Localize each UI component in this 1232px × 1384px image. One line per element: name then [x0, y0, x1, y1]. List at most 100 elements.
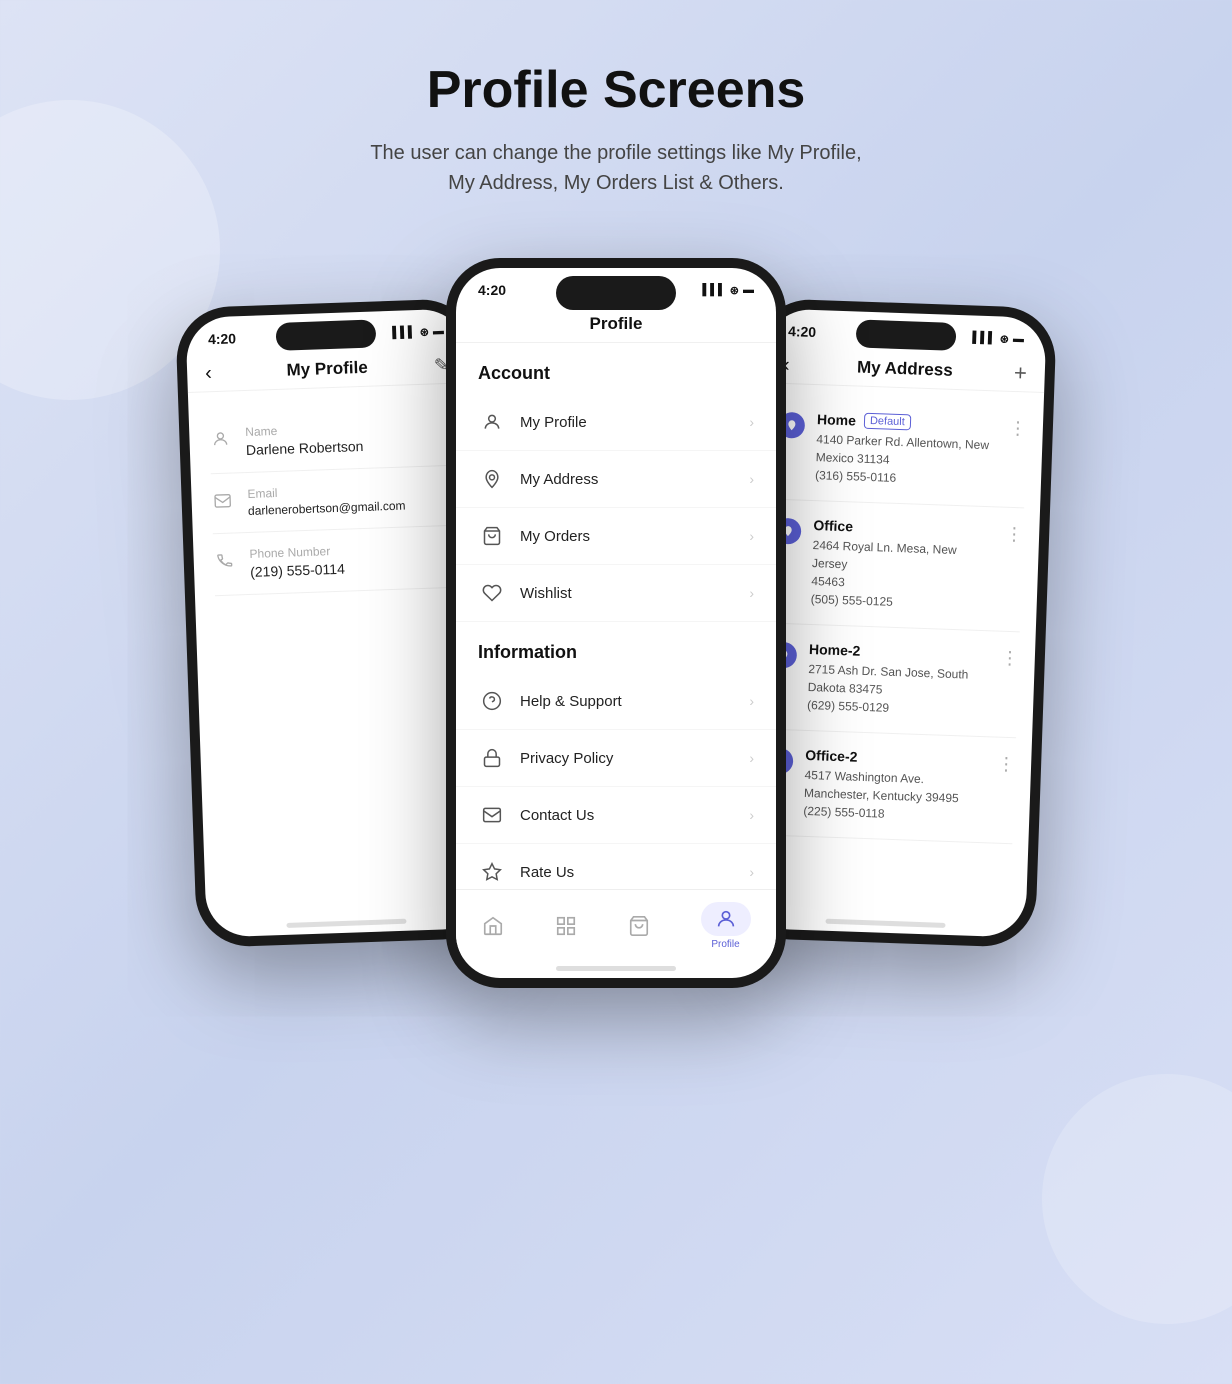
address-item-office2: Office-2 4517 Washington Ave. Manchester… [765, 730, 1017, 845]
left-phone-screen: 4:20 ▌▌▌ ⊛ ▬ ‹ My Profile ✎ [185, 308, 486, 937]
tab-home[interactable] [474, 913, 512, 940]
right-phone-screen: 4:20 ▌▌▌ ⊛ ▬ ‹ My Address + [745, 308, 1046, 937]
star-icon-menu [478, 858, 506, 886]
chevron-privacy: › [749, 750, 754, 766]
name-value: Darlene Robertson [246, 435, 450, 458]
addr-title-row-office2: Office-2 [805, 747, 985, 769]
chevron-myprofile: › [749, 414, 754, 430]
info-section-header: Information [456, 622, 776, 673]
email-field: Email darlenerobertson@gmail.com [211, 466, 453, 534]
menu-label-myprofile: My Profile [520, 414, 735, 431]
wifi-icon-c: ⊛ [730, 284, 739, 297]
addr-title-office2: Office-2 [805, 747, 858, 765]
phone-field: Phone Number (219) 555-0114 [213, 526, 455, 596]
addr-info-office: Office 2464 Royal Ln. Mesa, New Jersey 4… [810, 517, 993, 614]
addr-menu-home2[interactable]: ⋮ [1000, 648, 1019, 670]
help-icon-menu [478, 687, 506, 715]
name-field: Name Darlene Robertson [209, 404, 451, 474]
menu-item-myorders[interactable]: My Orders › [456, 508, 776, 565]
addr-info-home2: Home-2 2715 Ash Dr. San Jose, South Dako… [807, 641, 989, 720]
page-subtitle: The user can change the profile settings… [356, 138, 876, 198]
status-time-center: 4:20 [478, 282, 506, 298]
home-tab-icon [482, 915, 504, 938]
phone-value: (219) 555-0114 [250, 557, 454, 580]
home-bar-left [286, 918, 406, 927]
addr-info-office2: Office-2 4517 Washington Ave. Manchester… [803, 747, 985, 826]
right-screen-content: Home Default 4140 Parker Rd. Allentown, … [746, 383, 1044, 917]
menu-label-myaddress: My Address [520, 471, 735, 488]
battery-icon-r: ▬ [1013, 333, 1024, 345]
addr-title-row-office: Office [813, 517, 993, 539]
home-bar-right [825, 918, 945, 927]
addr-menu-office2[interactable]: ⋮ [997, 754, 1016, 776]
menu-item-helpsupport[interactable]: Help & Support › [456, 673, 776, 730]
center-screen-content: Account My Profile › [456, 343, 776, 889]
status-time-left: 4:20 [208, 330, 237, 347]
grid-tab-icon [555, 915, 577, 938]
menu-item-contactus[interactable]: Contact Us › [456, 787, 776, 844]
addr-text-office2: 4517 Washington Ave. Manchester, Kentuck… [803, 766, 985, 826]
center-phone: 4:20 ▌▌▌ ⊛ ▬ Profile Account [446, 258, 786, 988]
address-item-home: Home Default 4140 Parker Rd. Allentown, … [776, 394, 1028, 509]
menu-item-myaddress[interactable]: My Address › [456, 451, 776, 508]
profile-tab-bg [701, 902, 751, 936]
tab-grid[interactable] [547, 913, 585, 940]
menu-item-myprofile[interactable]: My Profile › [456, 394, 776, 451]
status-icons-left: ▌▌▌ ⊛ ▬ [392, 325, 444, 340]
chevron-myorders: › [749, 528, 754, 544]
home-bar-center [556, 966, 676, 971]
bag-icon-menu [478, 522, 506, 550]
addr-title-home: Home [817, 411, 856, 428]
address-item-office: Office 2464 Royal Ln. Mesa, New Jersey 4… [772, 500, 1024, 633]
chevron-wishlist: › [749, 585, 754, 601]
chevron-rateus: › [749, 864, 754, 880]
addr-title-row-home2: Home-2 [809, 641, 989, 663]
addr-menu-office[interactable]: ⋮ [1005, 524, 1024, 546]
email-value: darlenerobertson@gmail.com [248, 497, 452, 518]
menu-label-rateus: Rate Us [520, 864, 735, 881]
nav-title-center: Profile [590, 314, 643, 334]
signal-icon-r: ▌▌▌ [972, 331, 996, 344]
wifi-icon: ⊛ [419, 325, 429, 338]
menu-item-privacy[interactable]: Privacy Policy › [456, 730, 776, 787]
menu-item-wishlist[interactable]: Wishlist › [456, 565, 776, 622]
email-icon-menu [478, 801, 506, 829]
center-phone-screen: 4:20 ▌▌▌ ⊛ ▬ Profile Account [456, 268, 776, 978]
tab-profile[interactable]: Profile [693, 900, 759, 952]
profile-main: Account My Profile › [456, 343, 776, 889]
tab-bag[interactable] [620, 913, 658, 940]
signal-icon-c: ▌▌▌ [702, 284, 725, 296]
dynamic-island-center [556, 276, 676, 310]
back-button-left[interactable]: ‹ [205, 362, 212, 385]
addr-title-row-home: Home Default [817, 411, 997, 433]
person-icon-menu [478, 408, 506, 436]
menu-label-privacy: Privacy Policy [520, 750, 735, 767]
lock-icon-menu [478, 744, 506, 772]
profile-form: Name Darlene Robertson Email [188, 383, 486, 917]
signal-icon: ▌▌▌ [392, 326, 416, 339]
status-icons-right: ▌▌▌ ⊛ ▬ [972, 331, 1024, 346]
nav-title-right: My Address [857, 357, 953, 380]
heart-icon-menu [478, 579, 506, 607]
account-section-header: Account [456, 343, 776, 394]
address-list: Home Default 4140 Parker Rd. Allentown, … [746, 383, 1044, 917]
page-header: Profile Screens The user can change the … [356, 60, 876, 198]
menu-item-rateus[interactable]: Rate Us › [456, 844, 776, 889]
chevron-myaddress: › [749, 471, 754, 487]
phones-container: 4:20 ▌▌▌ ⊛ ▬ ‹ My Profile ✎ [66, 258, 1166, 988]
location-icon-menu [478, 465, 506, 493]
chevron-contactus: › [749, 807, 754, 823]
home-indicator-center [456, 958, 776, 978]
status-icons-center: ▌▌▌ ⊛ ▬ [702, 284, 754, 297]
addr-title-office: Office [813, 517, 853, 534]
status-time-right: 4:20 [788, 323, 817, 340]
tab-bar: Profile [456, 889, 776, 958]
wifi-icon-r: ⊛ [1000, 332, 1010, 345]
addr-menu-home[interactable]: ⋮ [1008, 418, 1027, 440]
menu-label-myorders: My Orders [520, 528, 735, 545]
bag-tab-icon [628, 915, 650, 938]
addr-text-office: 2464 Royal Ln. Mesa, New Jersey 45463 (5… [810, 536, 992, 614]
page-title: Profile Screens [356, 60, 876, 120]
add-icon-right[interactable]: + [1013, 360, 1027, 386]
battery-icon: ▬ [433, 325, 444, 337]
